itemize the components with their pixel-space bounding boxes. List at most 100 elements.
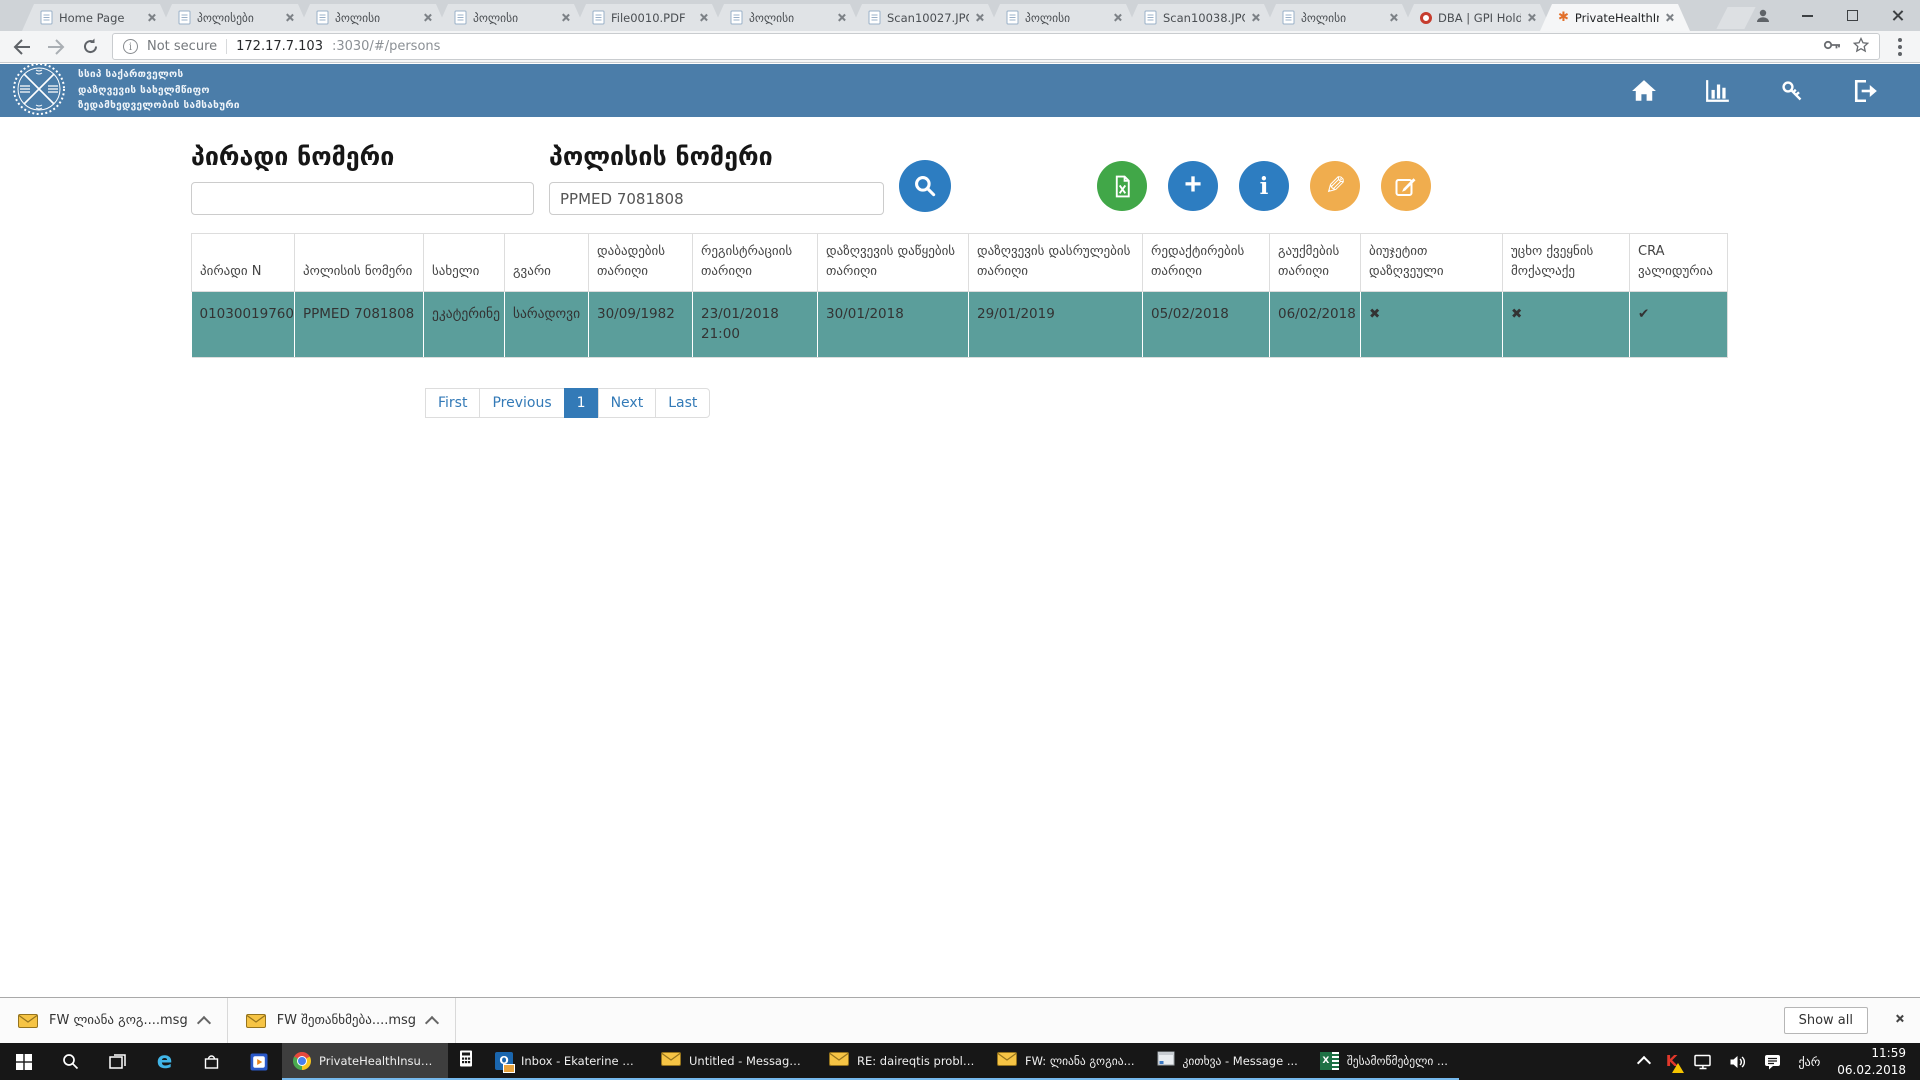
taskbar-window-button[interactable]: O X RE: daireqtis proble...	[818, 1043, 986, 1080]
refresh-button[interactable]	[78, 35, 102, 59]
taskbar-window-button[interactable]: O X Untitled - Message ...	[650, 1043, 818, 1080]
edit-button[interactable]: ✎	[1310, 161, 1360, 211]
tab-close-icon[interactable]	[423, 13, 432, 22]
table-header-cell[interactable]: დაზღვევის დაწყების თარიღი	[818, 234, 969, 292]
tab-close-icon[interactable]	[1251, 13, 1260, 22]
download-item[interactable]: FW შეთანხმება....msg	[228, 998, 455, 1043]
bookmark-star-icon[interactable]	[1853, 37, 1869, 57]
keyboard-language-indicator[interactable]: ქარ	[1798, 1055, 1820, 1069]
pagination-button[interactable]: Last	[655, 388, 710, 418]
table-header-cell[interactable]: სახელი	[424, 234, 505, 292]
taskbar-window-button[interactable]: O X PrivateHealthInsura...	[282, 1043, 448, 1080]
edge-icon[interactable]: e	[141, 1043, 188, 1080]
tab-close-icon[interactable]	[975, 13, 984, 22]
table-header-cell[interactable]: რედაქტირების თარიღი	[1143, 234, 1270, 292]
pagination-button[interactable]: First	[425, 388, 480, 418]
browser-tab[interactable]: ✱ პოლისი	[712, 4, 862, 31]
chevron-up-icon[interactable]	[425, 1015, 439, 1029]
add-button[interactable]: +	[1168, 161, 1218, 211]
info-button[interactable]: i	[1239, 161, 1289, 211]
pagination-button[interactable]: Previous	[479, 388, 564, 418]
store-icon[interactable]	[188, 1043, 235, 1080]
page-tab-icon	[1144, 10, 1157, 25]
pagination-button[interactable]: 1	[564, 388, 599, 418]
table-header-cell[interactable]: CRA ვალიდურია	[1630, 234, 1728, 292]
browser-tab[interactable]: ✱ პოლისები	[160, 4, 310, 31]
address-bar[interactable]: i Not secure 172.17.7.103 :3030/#/person…	[112, 33, 1880, 60]
org-name-line2: დაზღვევის სახელმწიფო	[78, 83, 240, 99]
table-header-cell[interactable]: უცხო ქვეყნის მოქალაქე	[1503, 234, 1630, 292]
tab-close-icon[interactable]	[1113, 13, 1122, 22]
table-header-cell[interactable]: დაზღვევის დასრულების თარიღი	[969, 234, 1143, 292]
tab-close-icon[interactable]	[1389, 13, 1398, 22]
reports-chart-icon[interactable]	[1704, 77, 1732, 105]
edit-form-button[interactable]	[1381, 161, 1431, 211]
browser-tab[interactable]: ✱ Home Page	[22, 4, 172, 31]
start-button[interactable]	[0, 1043, 47, 1080]
table-header-cell[interactable]: პოლისის ნომერი	[295, 234, 424, 292]
chevron-up-icon[interactable]	[197, 1015, 211, 1029]
display-network-icon[interactable]	[1694, 1054, 1712, 1070]
table-row[interactable]: 01030019760PPMED 7081808ეკატერინესარადოვ…	[192, 292, 1728, 358]
pagination-button[interactable]: Next	[598, 388, 657, 418]
tab-strip: ✱ Home Page ✱ პოლისები ✱ პოლ	[22, 4, 1678, 31]
tab-close-icon[interactable]	[699, 13, 708, 22]
browser-tab[interactable]: ✱ Scan10038.JPG	[1126, 4, 1276, 31]
show-all-button[interactable]: Show all	[1784, 1007, 1868, 1034]
notification-bubble-icon[interactable]	[1764, 1053, 1781, 1070]
browser-tab[interactable]: ✱ პოლისი	[1264, 4, 1414, 31]
tab-close-icon[interactable]	[285, 13, 294, 22]
tab-title: პოლისი	[1025, 11, 1107, 25]
info-circle-icon[interactable]: i	[123, 39, 138, 54]
table-header-cell[interactable]: პირადი N	[192, 234, 295, 292]
forward-button[interactable]	[44, 35, 68, 59]
browser-tab[interactable]: ✱ Scan10027.JPG	[850, 4, 1000, 31]
task-view-icon[interactable]	[94, 1043, 141, 1080]
password-key-icon[interactable]	[1823, 38, 1841, 56]
tab-close-icon[interactable]	[561, 13, 570, 22]
table-header-cell[interactable]: დაბადების თარიღი	[589, 234, 693, 292]
browser-menu-icon[interactable]	[1898, 45, 1902, 49]
table-header-cell[interactable]: ბიუჯეტით დაზღვეული	[1361, 234, 1503, 292]
taskbar-search-icon[interactable]	[47, 1043, 94, 1080]
logout-icon[interactable]	[1852, 77, 1880, 105]
download-bar-close-icon[interactable]	[1895, 1014, 1904, 1023]
window-minimize-button[interactable]	[1785, 0, 1830, 31]
browser-tab[interactable]: ✱ პოლისი	[988, 4, 1138, 31]
tab-close-icon[interactable]	[837, 13, 846, 22]
browser-tab[interactable]: ✱ პოლისი	[298, 4, 448, 31]
tab-close-icon[interactable]	[1665, 13, 1674, 22]
media-player-icon[interactable]	[235, 1043, 282, 1080]
table-header-cell[interactable]: გაუქმების თარიღი	[1270, 234, 1361, 292]
back-button[interactable]	[10, 35, 34, 59]
download-item[interactable]: FW ლიანა გოგ....msg	[0, 998, 227, 1043]
taskbar-window-button[interactable]: O X Inbox - Ekaterine O...	[484, 1043, 650, 1080]
window-restore-button[interactable]	[1830, 0, 1875, 31]
profile-icon[interactable]	[1740, 0, 1785, 31]
table-header-cell[interactable]: გვარი	[505, 234, 589, 292]
export-excel-button[interactable]	[1097, 161, 1147, 211]
browser-tab[interactable]: ✱ PrivateHealthIn	[1540, 4, 1690, 31]
kaspersky-icon[interactable]: K	[1666, 1054, 1678, 1069]
taskbar-clock[interactable]: 11:59 06.02.2018	[1837, 1045, 1906, 1077]
taskbar-window-button[interactable]: O X კითხვა - Message ...	[1146, 1043, 1309, 1080]
browser-tab[interactable]: ✱ File0010.PDF	[574, 4, 724, 31]
tab-close-icon[interactable]	[1527, 13, 1536, 22]
taskbar-window-button[interactable]: O X შესამოწმებელი ...	[1309, 1043, 1459, 1080]
table-header-cell[interactable]: რეგისტრაციის თარიღი	[693, 234, 818, 292]
tray-chevron-up-icon[interactable]	[1639, 1055, 1649, 1068]
policy-number-input[interactable]	[549, 182, 884, 215]
taskbar-window-button[interactable]: O X	[448, 1043, 484, 1080]
search-button[interactable]	[899, 160, 951, 212]
home-icon[interactable]	[1630, 77, 1658, 105]
taskbar-window-button[interactable]: O X FW: ლიანა გოგია...	[986, 1043, 1146, 1080]
personal-number-input[interactable]	[191, 182, 534, 215]
browser-tab[interactable]: ✱ DBA | GPI Hold	[1402, 4, 1552, 31]
volume-icon[interactable]	[1729, 1054, 1747, 1070]
download-separator	[455, 998, 456, 1043]
tab-close-icon[interactable]	[147, 13, 156, 22]
key-icon[interactable]	[1778, 77, 1806, 105]
url-host: 172.17.7.103	[236, 39, 323, 54]
browser-tab[interactable]: ✱ პოლისი	[436, 4, 586, 31]
window-close-button[interactable]	[1875, 0, 1920, 31]
